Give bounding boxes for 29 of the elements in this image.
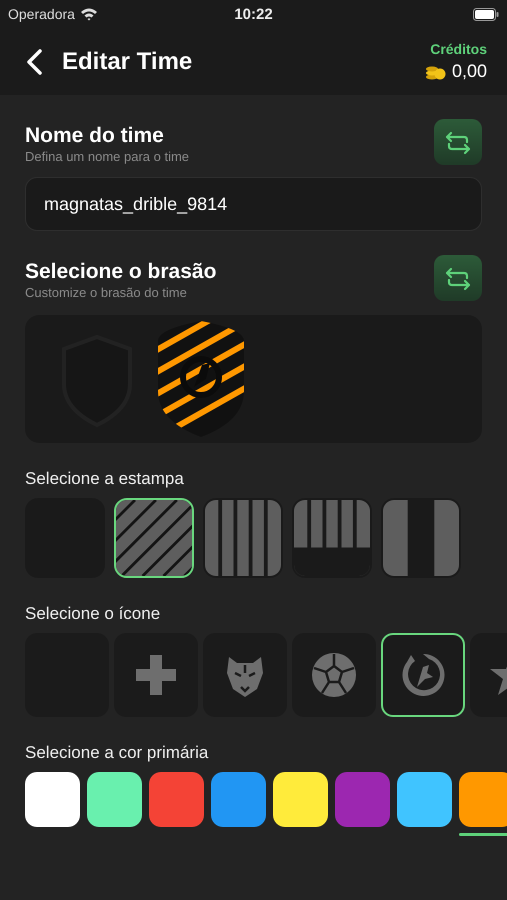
- section-label: Selecione a cor primária: [25, 743, 210, 763]
- color-swatch[interactable]: [211, 772, 266, 827]
- back-icon[interactable]: [24, 48, 44, 76]
- color-swatch[interactable]: [87, 772, 142, 827]
- color-swatch[interactable]: [335, 772, 390, 827]
- section-label: Selecione a estampa: [25, 469, 185, 489]
- team-name-field[interactable]: magnatas_drible_9814: [25, 177, 482, 231]
- soccer-ball-icon: [310, 651, 358, 699]
- color-swatch[interactable]: [149, 772, 204, 827]
- wifi-icon: [80, 7, 98, 21]
- color-swatch[interactable]: [273, 772, 328, 827]
- refresh-button[interactable]: [434, 119, 482, 165]
- icon-option[interactable]: [381, 633, 465, 717]
- section-subtitle: Defina um nome para o time: [25, 149, 190, 164]
- battery-icon: [473, 8, 499, 20]
- section-title: Nome do time: [25, 124, 165, 148]
- page-title: Editar Time: [62, 48, 192, 76]
- color-swatch[interactable]: [459, 772, 507, 827]
- clock-time: 10:22: [234, 6, 273, 22]
- section-label: Selecione o ícone: [25, 604, 162, 624]
- color-swatch[interactable]: [25, 772, 80, 827]
- section-title: Selecione o brasão: [25, 260, 216, 284]
- section-subtitle: Customize o brasão do time: [25, 285, 188, 300]
- carrier-name: Operadora: [8, 6, 75, 22]
- refresh-button[interactable]: [434, 255, 482, 301]
- color-swatch[interactable]: [397, 772, 452, 827]
- pattern-option[interactable]: [114, 498, 194, 578]
- credits-value: 0,00: [452, 61, 487, 82]
- credits-label: Créditos: [430, 41, 487, 57]
